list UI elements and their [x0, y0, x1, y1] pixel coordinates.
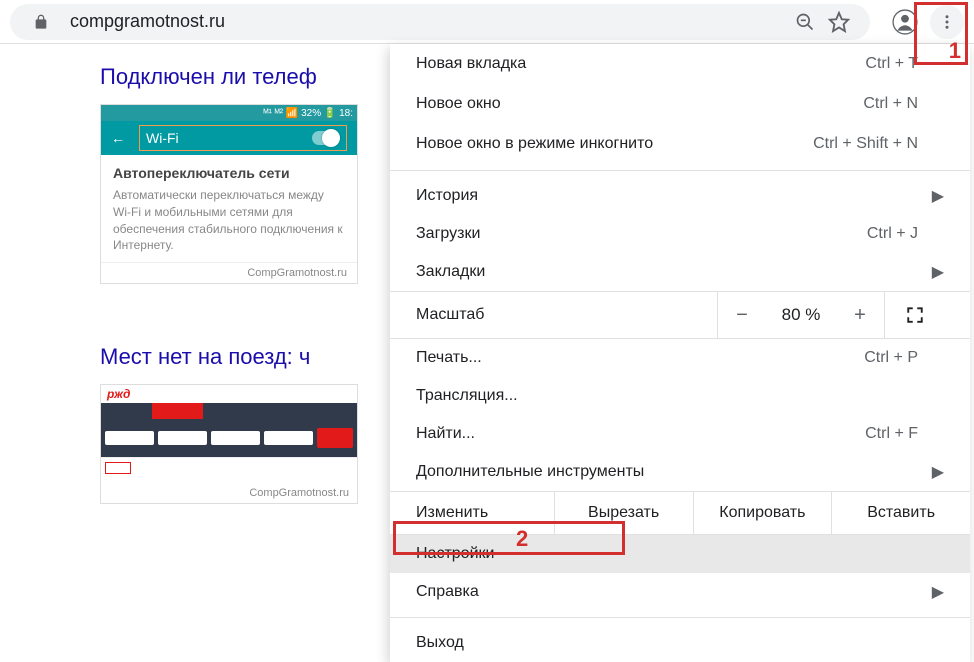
menu-edit-row: Изменить Вырезать Копировать Вставить: [390, 491, 970, 535]
star-icon[interactable]: [822, 5, 856, 39]
zoom-in-button[interactable]: +: [836, 304, 884, 327]
wifi-label: Wi-Fi: [146, 130, 179, 146]
edit-paste[interactable]: Вставить: [831, 492, 970, 534]
url-text[interactable]: compgramotnost.ru: [70, 11, 788, 32]
menu-print[interactable]: Печать... Ctrl + P: [390, 339, 970, 377]
menu-downloads[interactable]: Загрузки Ctrl + J: [390, 215, 970, 253]
post1-link[interactable]: Подключен ли телеф: [100, 64, 390, 90]
zoom-out-button[interactable]: −: [718, 304, 766, 327]
rzd-screenshot-card: ржд CompGramotnost.ru: [100, 384, 358, 504]
menu-find[interactable]: Найти... Ctrl + F: [390, 415, 970, 453]
menu-moretools[interactable]: Дополнительные инструменты ▶: [390, 453, 970, 491]
wifi-body-desc: Автоматически переключаться между Wi-Fi …: [113, 187, 345, 254]
wifi-toggle-row: Wi-Fi: [139, 125, 347, 151]
wifi-header: ← Wi-Fi: [101, 121, 357, 155]
edit-copy[interactable]: Копировать: [693, 492, 832, 534]
wifi-body-title: Автопереключатель сети: [113, 165, 345, 181]
rzd-logo: ржд: [101, 385, 357, 403]
profile-icon[interactable]: [888, 5, 922, 39]
kebab-menu-icon[interactable]: [930, 5, 964, 39]
menu-bookmarks[interactable]: Закладки ▶: [390, 253, 970, 291]
chrome-menu: Новая вкладка Ctrl + T Новое окно Ctrl +…: [390, 44, 970, 662]
menu-settings[interactable]: Настройки: [390, 535, 970, 573]
wifi-card-footer: CompGramotnost.ru: [101, 262, 357, 283]
menu-exit[interactable]: Выход: [390, 624, 970, 662]
menu-separator: [390, 617, 970, 618]
back-arrow-icon: ←: [111, 130, 125, 146]
menu-help[interactable]: Справка ▶: [390, 573, 970, 611]
toggle-switch: [312, 131, 340, 145]
menu-new-window[interactable]: Новое окно Ctrl + N: [390, 84, 970, 124]
rzd-search-panel: [101, 419, 357, 457]
chevron-right-icon: ▶: [926, 582, 944, 602]
post2-link[interactable]: Мест нет на поезд: ч: [100, 344, 390, 370]
rzd-card-footer: CompGramotnost.ru: [101, 485, 357, 503]
menu-history[interactable]: История ▶: [390, 177, 970, 215]
chevron-right-icon: ▶: [926, 262, 944, 282]
zoom-value: 80 %: [766, 305, 836, 325]
zoom-out-icon[interactable]: [788, 5, 822, 39]
chevron-right-icon: ▶: [926, 462, 944, 482]
omnibox[interactable]: compgramotnost.ru: [10, 4, 870, 40]
menu-zoom: Масштаб − 80 % +: [390, 291, 970, 339]
wifi-screenshot-card: ᴹ¹ ᴹ² 📶 32% 🔋 18: ← Wi-Fi Автопереключат…: [100, 104, 358, 284]
menu-separator: [390, 170, 970, 171]
address-bar: compgramotnost.ru: [0, 0, 974, 44]
chevron-right-icon: ▶: [926, 186, 944, 206]
page-content: Подключен ли телеф ᴹ¹ ᴹ² 📶 32% 🔋 18: ← W…: [0, 44, 390, 524]
rzd-nav: [101, 403, 357, 419]
menu-new-incognito[interactable]: Новое окно в режиме инкогнито Ctrl + Shi…: [390, 124, 970, 164]
menu-cast[interactable]: Трансляция...: [390, 377, 970, 415]
menu-new-tab[interactable]: Новая вкладка Ctrl + T: [390, 44, 970, 84]
android-status-bar: ᴹ¹ ᴹ² 📶 32% 🔋 18:: [101, 105, 357, 121]
rzd-bottom: [101, 457, 357, 485]
lock-icon: [24, 5, 58, 39]
edit-label: Изменить: [390, 492, 554, 534]
fullscreen-icon[interactable]: [884, 292, 944, 338]
edit-cut[interactable]: Вырезать: [554, 492, 693, 534]
